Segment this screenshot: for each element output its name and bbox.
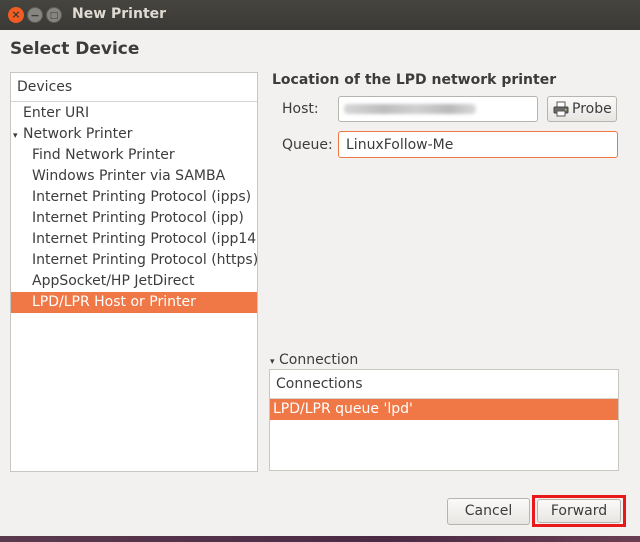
device-item-label: Find Network Printer <box>32 147 175 163</box>
queue-label: Queue: <box>282 137 333 153</box>
device-item-ipp14[interactable]: Internet Printing Protocol (ipp14) <box>11 229 257 250</box>
device-item-find-network-printer[interactable]: Find Network Printer <box>11 145 257 166</box>
device-item-label: Internet Printing Protocol (ipp) <box>32 210 244 226</box>
device-item-label: Windows Printer via SAMBA <box>32 168 226 184</box>
connection-expander[interactable]: ▾ Connection <box>270 352 358 368</box>
device-item-label: Internet Printing Protocol (ipps) <box>32 189 252 205</box>
probe-button[interactable]: Probe <box>547 96 617 122</box>
page-title: Select Device <box>10 39 140 59</box>
minimize-icon[interactable]: − <box>27 7 43 23</box>
device-item-appsocket[interactable]: AppSocket/HP JetDirect <box>11 271 257 292</box>
probe-button-label: Probe <box>572 101 612 117</box>
devices-column-header[interactable]: Devices <box>11 73 257 102</box>
desktop-background-strip <box>0 536 640 542</box>
device-item-label: Enter URI <box>23 105 90 121</box>
lpd-section-title: Location of the LPD network printer <box>272 72 557 88</box>
connection-row-label: LPD/LPR queue 'lpd' <box>273 401 413 417</box>
queue-input[interactable] <box>338 131 618 158</box>
device-item-network-printer[interactable]: ▾ Network Printer <box>11 124 257 145</box>
connection-expander-label: Connection <box>278 352 359 368</box>
device-item-samba[interactable]: Windows Printer via SAMBA <box>11 166 257 187</box>
connection-row[interactable]: LPD/LPR queue 'lpd' <box>270 399 618 420</box>
device-item-label: AppSocket/HP JetDirect <box>32 273 195 289</box>
device-item-enter-uri[interactable]: Enter URI <box>11 103 257 124</box>
close-icon[interactable]: × <box>8 7 24 23</box>
forward-button[interactable]: Forward <box>537 499 621 523</box>
cancel-button[interactable]: Cancel <box>447 498 530 525</box>
devices-list: Devices Enter URI ▾ Network Printer Find … <box>10 72 258 472</box>
connections-list: Connections LPD/LPR queue 'lpd' <box>269 369 619 471</box>
redacted-host-value <box>344 104 476 114</box>
window-title: New Printer <box>72 6 167 22</box>
host-label: Host: <box>282 101 319 117</box>
device-item-ipps[interactable]: Internet Printing Protocol (ipps) <box>11 187 257 208</box>
device-item-label: Internet Printing Protocol (ipp14) <box>32 231 258 247</box>
expander-down-icon[interactable]: ▾ <box>13 126 23 147</box>
device-item-ipp[interactable]: Internet Printing Protocol (ipp) <box>11 208 257 229</box>
device-item-https[interactable]: Internet Printing Protocol (https) <box>11 250 257 271</box>
maximize-icon[interactable]: □ <box>46 7 62 23</box>
device-item-label: Network Printer <box>23 126 133 142</box>
device-item-label: LPD/LPR Host or Printer <box>32 294 196 310</box>
connections-column-header[interactable]: Connections <box>270 370 618 399</box>
expander-down-icon: ▾ <box>270 357 275 367</box>
printer-icon <box>553 101 569 117</box>
device-item-lpd-lpr[interactable]: LPD/LPR Host or Printer <box>11 292 257 313</box>
device-item-label: Internet Printing Protocol (https) <box>32 252 258 268</box>
title-bar: × − □ New Printer <box>0 0 640 30</box>
